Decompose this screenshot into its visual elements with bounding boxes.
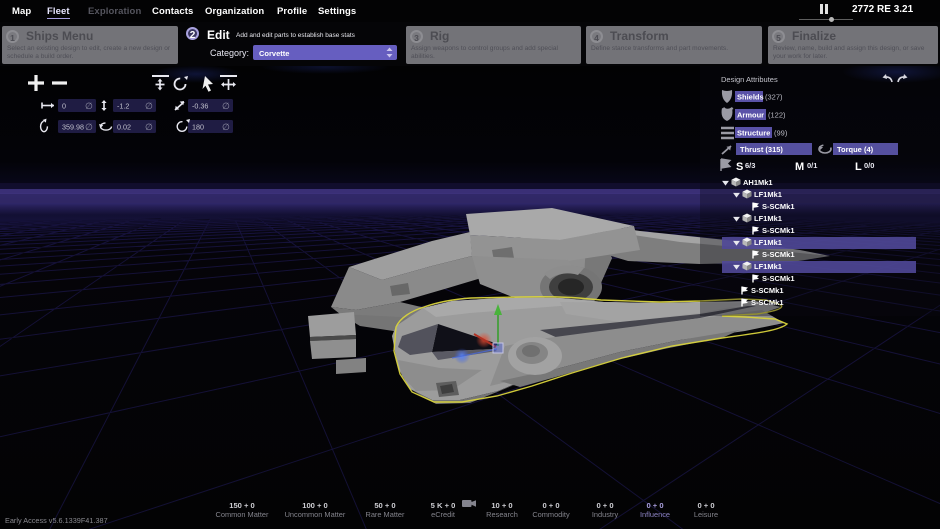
svg-text:Torque (4): Torque (4)	[837, 145, 874, 154]
svg-text:∅: ∅	[85, 122, 93, 132]
svg-text:0/0: 0/0	[864, 161, 874, 170]
svg-text:L: L	[855, 161, 862, 173]
svg-text:∅: ∅	[222, 122, 230, 132]
svg-text:6/3: 6/3	[745, 161, 755, 170]
svg-text:∅: ∅	[145, 122, 153, 132]
svg-text:359.98: 359.98	[62, 123, 84, 132]
svg-text:S: S	[736, 161, 743, 173]
svg-text:Design Attributes: Design Attributes	[721, 75, 778, 84]
svg-text:Thrust (315): Thrust (315)	[740, 145, 783, 154]
svg-text:(99): (99)	[774, 129, 788, 138]
svg-text:0: 0	[62, 102, 66, 111]
svg-text:∅: ∅	[85, 101, 93, 111]
svg-text:-1.2: -1.2	[117, 102, 129, 111]
svg-text:(122): (122)	[768, 111, 786, 120]
svg-text:180: 180	[192, 123, 204, 132]
svg-text:M: M	[795, 161, 804, 173]
svg-text:∅: ∅	[222, 101, 230, 111]
svg-text:(327): (327)	[765, 93, 783, 102]
svg-text:-0.36: -0.36	[192, 102, 208, 111]
svg-text:0/1: 0/1	[807, 161, 817, 170]
svg-text:∅: ∅	[145, 101, 153, 111]
svg-text:Armour: Armour	[737, 111, 764, 120]
svg-text:Structure: Structure	[737, 129, 770, 138]
svg-text:0.02: 0.02	[117, 123, 131, 132]
svg-text:Shields: Shields	[737, 93, 764, 102]
